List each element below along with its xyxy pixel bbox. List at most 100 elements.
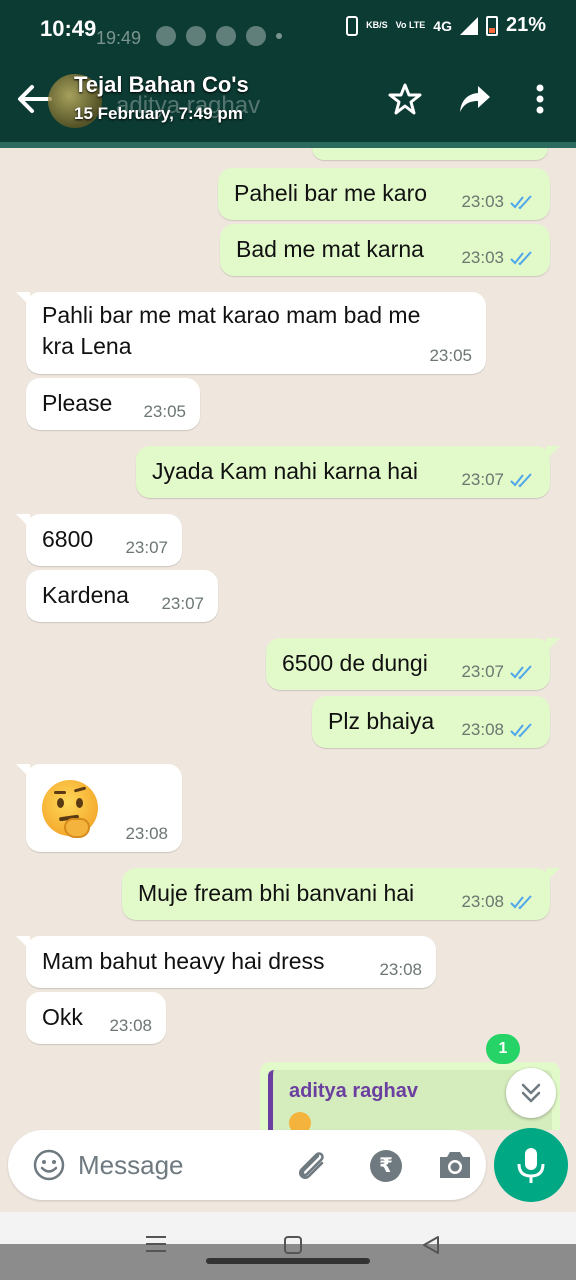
message-bubble-outgoing[interactable]: 6500 de dungi 23:07 (266, 638, 560, 690)
message-meta: 23:05 (429, 346, 472, 366)
emoji-icon[interactable] (32, 1148, 66, 1182)
message-bubble-outgoing[interactable]: Bad me mat karna 23:03 (220, 224, 550, 276)
home-icon[interactable] (284, 1236, 302, 1254)
message-text: Muje fream bhi banvani hai (138, 880, 415, 906)
message-time: 23:08 (461, 720, 504, 739)
message-text: Paheli bar me karo (234, 180, 428, 206)
message-text: Okk (42, 1004, 83, 1030)
thinking-face-emoji-icon (289, 1112, 311, 1130)
message-meta: 23:07 (125, 538, 168, 558)
battery-icon (485, 15, 498, 36)
message-text: Plz bhaiya (328, 708, 435, 734)
mic-icon (517, 1148, 545, 1183)
emoji-brow (54, 791, 66, 794)
emoji-brow (73, 786, 87, 793)
message-time: 23:05 (429, 346, 472, 365)
message-bubble-incoming[interactable]: 6800 23:07 (16, 514, 182, 566)
message-input[interactable] (78, 1144, 278, 1186)
read-receipt-icon (510, 195, 532, 210)
read-receipt-icon (510, 723, 532, 738)
gesture-handle[interactable] (206, 1258, 370, 1264)
message-time: 23:07 (461, 662, 504, 681)
message-bubble-incoming[interactable]: Mam bahut heavy hai dress 23:08 (16, 936, 436, 988)
message-text: Please (42, 390, 113, 416)
signal-icon (459, 16, 478, 35)
chat-title[interactable]: Tejal Bahan Co's (74, 72, 249, 98)
battery-level: 21% (505, 14, 546, 36)
message-meta: 23:07 (461, 662, 536, 682)
forward-icon[interactable] (458, 82, 492, 116)
message-composer[interactable]: ₹ (8, 1130, 486, 1200)
message-meta: 23:07 (161, 594, 204, 614)
more-options-icon[interactable] (530, 82, 550, 116)
message-time: 23:07 (161, 594, 204, 613)
read-receipt-icon (510, 251, 532, 266)
chat-subtitle: 15 February, 7:49 pm (74, 104, 243, 123)
message-meta: 23:03 (461, 248, 536, 268)
message-time: 23:05 (143, 402, 186, 421)
read-receipt-icon (510, 665, 532, 680)
message-meta: 23:08 (125, 824, 168, 844)
message-bubble-incoming[interactable]: Please 23:05 (26, 378, 200, 430)
chat-area[interactable]: Paheli bar me karo 23:03 Bad me mat karn… (0, 148, 576, 1130)
status-bar: 10:49 19:49 KB/S Vo LTE 4G 21% (0, 0, 576, 60)
menu-icon[interactable] (146, 1235, 166, 1253)
unread-count-badge: 1 (486, 1034, 520, 1064)
rupee-icon[interactable]: ₹ (370, 1150, 402, 1182)
ghost-notification-icons (156, 26, 282, 46)
ghost-icon (186, 26, 206, 46)
scroll-to-bottom-button[interactable] (506, 1068, 556, 1118)
message-text-line2: kra Lena (42, 333, 132, 359)
quoted-sender-name: aditya raghav (289, 1080, 418, 1102)
message-meta: 23:08 (461, 720, 536, 740)
emoji-eye (76, 798, 83, 808)
emoji-hand (64, 818, 90, 838)
ghost-icon (216, 26, 236, 46)
message-meta: 23:07 (461, 470, 536, 490)
ghost-time: 19:49 (96, 28, 142, 48)
emoji-eye (57, 798, 64, 808)
message-time: 23:03 (461, 248, 504, 267)
message-meta: 23:08 (379, 960, 422, 980)
message-bubble-partial[interactable] (312, 148, 548, 160)
status-icons: KB/S Vo LTE 4G 21% (346, 14, 546, 37)
message-bubble-incoming[interactable]: 23:08 (16, 764, 182, 852)
message-meta: 23:08 (109, 1016, 152, 1036)
message-text: Jyada Kam nahi karna hai (152, 458, 418, 484)
ghost-dot-icon (276, 33, 282, 39)
mic-button[interactable] (494, 1128, 568, 1202)
message-bubble-incoming[interactable]: Pahli bar me mat karao mam bad me kra Le… (16, 292, 486, 374)
attach-icon[interactable] (292, 1146, 330, 1184)
message-meta: 23:08 (461, 892, 536, 912)
message-time: 23:07 (125, 538, 168, 557)
message-time: 23:03 (461, 192, 504, 211)
message-bubble-outgoing[interactable]: Muje fream bhi banvani hai 23:08 (122, 868, 560, 920)
ghost-icon (156, 26, 176, 46)
message-time: 23:08 (125, 824, 168, 843)
message-bubble-incoming[interactable]: Kardena 23:07 (26, 570, 218, 622)
message-bubble-outgoing[interactable]: Paheli bar me karo 23:03 (218, 168, 550, 220)
message-meta: 23:05 (143, 402, 186, 422)
star-icon[interactable] (388, 82, 422, 116)
volte-icon: Vo LTE (395, 20, 426, 30)
vibrate-icon (346, 15, 359, 36)
back-icon[interactable] (422, 1236, 440, 1254)
thinking-face-emoji-icon (42, 780, 98, 838)
ghost-icon (246, 26, 266, 46)
camera-icon[interactable] (436, 1148, 474, 1182)
message-bubble-outgoing[interactable]: Jyada Kam nahi karna hai 23:07 (136, 446, 560, 498)
message-meta: 23:03 (461, 192, 536, 212)
message-text: Pahli bar me mat karao mam bad me (42, 302, 421, 328)
message-bubble-incoming[interactable]: Okk 23:08 (26, 992, 166, 1044)
message-bubble-outgoing[interactable]: Plz bhaiya 23:08 (312, 696, 550, 748)
message-text: Kardena (42, 582, 129, 608)
message-text: 6800 (42, 526, 94, 552)
double-chevron-down-icon (521, 1083, 541, 1103)
read-receipt-icon (510, 895, 532, 910)
message-text: 6500 de dungi (282, 650, 428, 676)
read-receipt-icon (510, 473, 532, 488)
message-text: Mam bahut heavy hai dress (42, 948, 325, 974)
message-time: 23:08 (109, 1016, 152, 1035)
status-time: 10:49 (40, 16, 97, 41)
network-type: 4G (433, 17, 452, 34)
